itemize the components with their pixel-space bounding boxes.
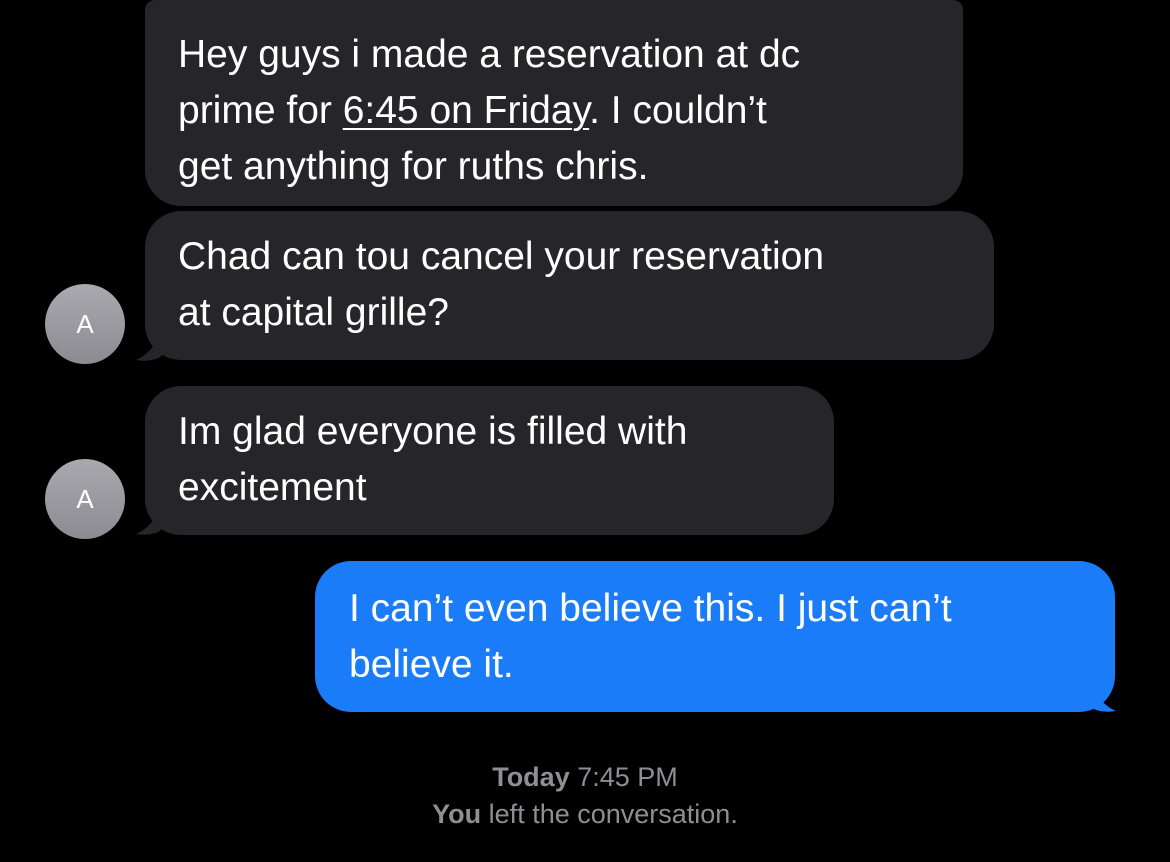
message-bubble-incoming[interactable]: Chad can tou cancel your reservation at … <box>145 211 994 360</box>
message-bubble-incoming[interactable]: Hey guys i made a reservation at dc prim… <box>145 0 963 206</box>
system-notice: You left the conversation. <box>0 796 1170 832</box>
message-line: get anything for ruths chris. <box>178 145 649 188</box>
message-line: Chad can tou cancel your reservation <box>178 235 825 278</box>
timestamp-time: 7:45 PM <box>577 762 678 792</box>
message-line: excitement <box>178 466 367 509</box>
system-notice-text: left the conversation. <box>488 799 738 829</box>
message-line: believe it. <box>349 643 514 686</box>
message-bubble-incoming[interactable]: Im glad everyone is filled with exciteme… <box>145 386 834 535</box>
timestamp-day: Today <box>492 762 570 792</box>
avatar-initial: A <box>76 309 94 339</box>
message-line: Hey guys i made a reservation at dc <box>178 33 801 76</box>
avatar[interactable]: A <box>45 284 125 364</box>
message-line: Im glad everyone is filled with <box>178 410 688 453</box>
avatar[interactable]: A <box>45 459 125 539</box>
date-time-link[interactable]: 6:45 on Friday <box>343 89 589 132</box>
timestamp: Today 7:45 PM <box>0 759 1170 795</box>
message-text: prime for <box>178 89 343 132</box>
message-line: at capital grille? <box>178 291 449 334</box>
message-text: . I couldn’t <box>589 89 767 132</box>
message-line: prime for 6:45 on Friday. I couldn’t <box>178 83 929 139</box>
avatar-initial: A <box>76 484 94 514</box>
message-bubble-outgoing[interactable]: I can’t even believe this. I just can’t … <box>315 561 1115 712</box>
message-line: I can’t even believe this. I just can’t <box>349 587 952 630</box>
system-notice-actor: You <box>432 799 482 829</box>
